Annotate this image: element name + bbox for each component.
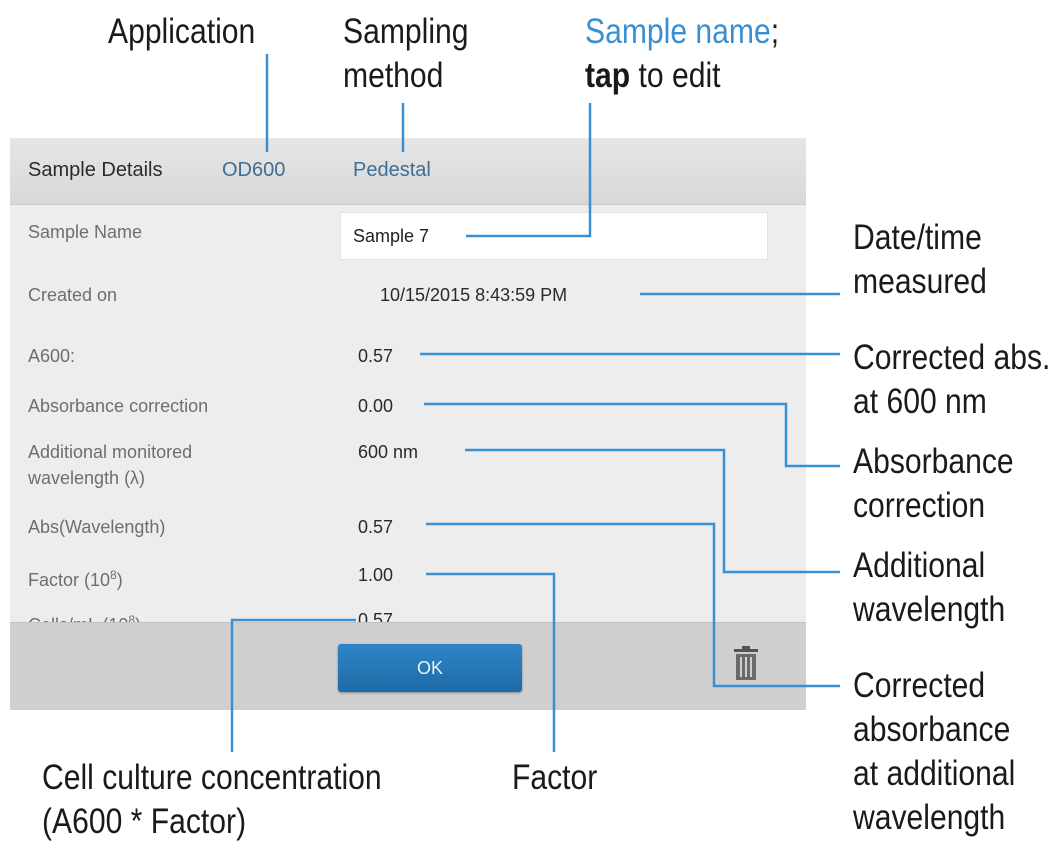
annotation-factor-text: Factor <box>512 758 598 797</box>
annotation-corrected-additional-line2: absorbance <box>853 710 1011 749</box>
annotation-tap-rest: to edit <box>630 56 721 95</box>
abs-wavelength-label: Abs(Wavelength) <box>28 517 166 537</box>
application-name: OD600 <box>222 159 286 181</box>
a600-value: 0.57 <box>358 346 394 366</box>
additional-wavelength-label-line1: Additional monitored <box>28 442 193 462</box>
annotation-sample-name-line2: tap to edit <box>585 54 779 98</box>
annotation-application-text: Application <box>108 12 256 51</box>
annotation-sample-name-highlight: Sample name <box>585 12 771 51</box>
sampling-method: Pedestal <box>353 159 431 181</box>
annotation-tap-bold: tap <box>585 56 631 95</box>
created-on-label: Created on <box>28 285 118 305</box>
annotation-corrected-additional-line4: wavelength <box>853 798 1006 837</box>
trash-icon[interactable] <box>732 646 760 682</box>
annotation-corrected-abs-line2: at 600 nm <box>853 382 987 421</box>
abs-wavelength-value: 0.57 <box>358 517 394 537</box>
dialog-title: Sample Details <box>28 159 163 181</box>
annotation-date-time: Date/time measured <box>853 216 987 304</box>
a600-label: A600: <box>28 346 76 366</box>
annotation-sample-name-suffix: ; <box>770 12 780 51</box>
annotation-corrected-additional-line3: at additional <box>853 754 1016 793</box>
ok-button[interactable]: OK <box>338 644 522 692</box>
created-on-value: 10/15/2015 8:43:59 PM <box>380 285 568 305</box>
annotation-corrected-additional: Corrected absorbance at additional wavel… <box>853 664 1015 840</box>
factor-label: Factor (108) <box>28 563 123 592</box>
absorbance-correction-value: 0.00 <box>358 396 394 416</box>
additional-wavelength-value: 600 nm <box>358 442 419 462</box>
annotation-sample-name-line1: Sample name; <box>585 10 779 54</box>
annotation-sample-name: Sample name; tap to edit <box>585 10 779 98</box>
annotation-date-time-line2: measured <box>853 262 987 301</box>
annotation-factor: Factor <box>512 756 597 800</box>
annotation-additional-wavelength-line1: Additional <box>853 546 986 585</box>
annotation-absorbance-correction-line2: correction <box>853 486 986 525</box>
annotation-additional-wavelength: Additional wavelength <box>853 544 1005 632</box>
annotation-corrected-abs-line1: Corrected abs. <box>853 338 1051 377</box>
additional-wavelength-label-line2: wavelength (λ) <box>28 468 146 488</box>
annotation-date-time-line1: Date/time <box>853 218 982 257</box>
factor-value: 1.00 <box>358 565 394 585</box>
factor-label-text: Factor (10 <box>28 570 111 590</box>
annotation-corrected-additional-line1: Corrected <box>853 666 986 705</box>
sample-details-dialog: Sample Details OD600 Pedestal Sample Nam… <box>10 138 806 710</box>
annotation-sampling-method: Sampling method <box>343 10 468 98</box>
dialog-header: Sample Details OD600 Pedestal <box>10 138 806 205</box>
factor-label-exponent: 8 <box>110 568 117 582</box>
annotation-cell-culture-line2: (A600 * Factor) <box>42 802 247 841</box>
annotation-application: Application <box>108 10 255 54</box>
annotation-cell-culture: Cell culture concentration (A600 * Facto… <box>42 756 382 844</box>
annotation-absorbance-correction-line1: Absorbance <box>853 442 1014 481</box>
annotation-absorbance-correction: Absorbance correction <box>853 440 1014 528</box>
annotation-sampling-method-line2: method <box>343 56 444 95</box>
annotation-cell-culture-line1: Cell culture concentration <box>42 758 382 797</box>
sample-name-label: Sample Name <box>28 222 143 242</box>
sample-name-input[interactable]: Sample 7 <box>340 212 768 260</box>
annotation-corrected-abs: Corrected abs. at 600 nm <box>853 336 1050 424</box>
annotation-additional-wavelength-line2: wavelength <box>853 590 1006 629</box>
factor-label-end: ) <box>116 570 123 590</box>
annotation-sampling-method-line1: Sampling <box>343 12 469 51</box>
absorbance-correction-label: Absorbance correction <box>28 396 209 416</box>
